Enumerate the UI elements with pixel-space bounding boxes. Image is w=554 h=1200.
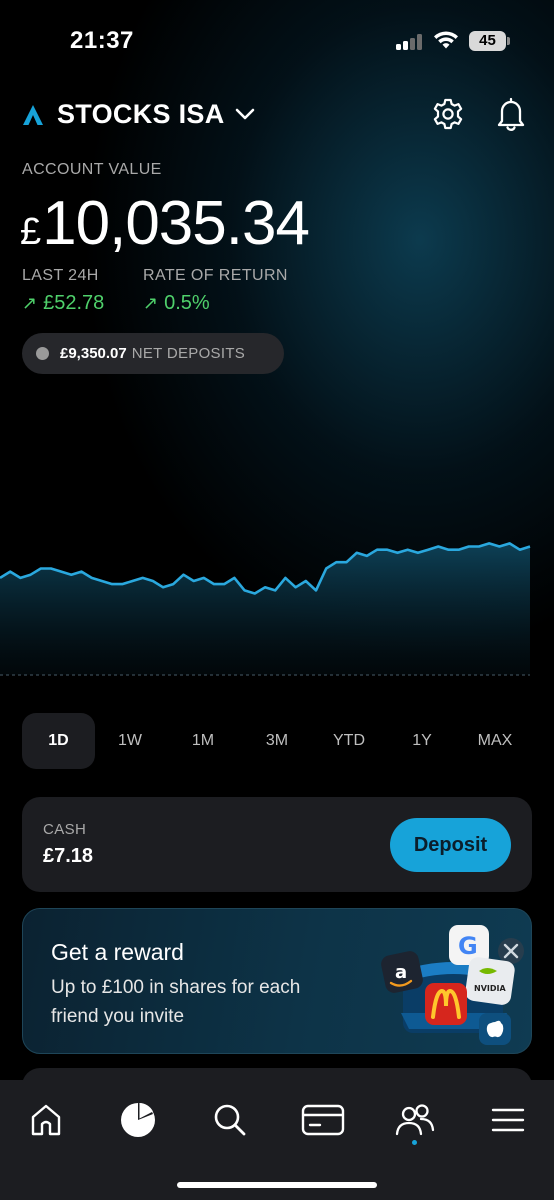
- apple-icon: [479, 1013, 511, 1045]
- tab-portfolio[interactable]: [108, 1097, 168, 1143]
- tab-search[interactable]: [200, 1097, 260, 1143]
- reward-card[interactable]: Get a reward Up to £100 in shares for ea…: [22, 908, 532, 1054]
- battery-level: 45: [469, 31, 506, 51]
- net-deposits-label: NET DEPOSITS: [131, 345, 246, 362]
- account-value: £10,035.34: [20, 188, 310, 268]
- svg-text:G: G: [458, 932, 478, 960]
- account-value-amount: 10,035.34: [42, 189, 310, 258]
- chart-area-fill: [0, 543, 530, 675]
- last-24h-label: LAST 24H: [22, 267, 99, 284]
- cash-label: CASH: [43, 821, 87, 838]
- tab-3m[interactable]: 3M: [247, 713, 307, 769]
- tab-menu[interactable]: [478, 1097, 538, 1143]
- rate-of-return-change: ↗ 0.5%: [143, 292, 210, 315]
- tab-1m[interactable]: 1M: [173, 713, 233, 769]
- account-value-label: ACCOUNT VALUE: [22, 161, 162, 178]
- svg-text:a: a: [395, 962, 407, 983]
- amazon-icon: a: [381, 951, 423, 993]
- value-chart[interactable]: [0, 440, 554, 690]
- bell-icon[interactable]: [495, 96, 527, 132]
- rate-of-return-value: 0.5%: [164, 292, 210, 314]
- wifi-icon: [434, 31, 458, 49]
- home-icon: [31, 1104, 61, 1136]
- status-time: 21:37: [70, 27, 134, 54]
- rate-of-return-label: RATE OF RETURN: [143, 267, 288, 284]
- currency-symbol: £: [20, 211, 41, 253]
- tab-1y[interactable]: 1Y: [392, 713, 452, 769]
- cellular-signal-icon: [396, 34, 426, 50]
- tab-ytd[interactable]: YTD: [319, 713, 379, 769]
- logo-icon: [23, 105, 43, 125]
- last-24h-change: ↗ £52.78: [22, 292, 104, 315]
- card-icon: [301, 1104, 345, 1136]
- battery-icon: 45: [469, 31, 511, 51]
- tab-1w[interactable]: 1W: [100, 713, 160, 769]
- chevron-down-icon[interactable]: [234, 106, 256, 122]
- home-indicator: [177, 1182, 377, 1188]
- up-arrow-icon: ↗: [22, 293, 38, 313]
- net-deposits-pill[interactable]: £9,350.07 NET DEPOSITS: [22, 333, 284, 374]
- tab-home[interactable]: [16, 1097, 76, 1143]
- notification-dot: [412, 1140, 417, 1145]
- deposit-button[interactable]: Deposit: [390, 818, 511, 872]
- search-icon: [214, 1104, 246, 1136]
- friends-icon: [395, 1104, 435, 1136]
- account-selector[interactable]: STOCKS ISA: [57, 99, 225, 130]
- tab-card[interactable]: [293, 1097, 353, 1143]
- up-arrow-icon: ↗: [143, 293, 159, 313]
- tab-friends[interactable]: [385, 1097, 445, 1143]
- mcdonalds-icon: [425, 983, 467, 1025]
- reward-title: Get a reward: [51, 939, 184, 965]
- range-tabs: 1D 1W 1M 3M YTD 1Y MAX: [22, 713, 532, 769]
- cash-value: £7.18: [43, 845, 94, 867]
- reward-description: Up to £100 in shares for each friend you…: [51, 977, 301, 1027]
- net-deposits-amount: £9,350.07: [60, 345, 127, 362]
- close-icon: [498, 938, 524, 964]
- portfolio-pie-icon: [121, 1103, 155, 1137]
- last-24h-value: £52.78: [43, 292, 105, 314]
- nvidia-icon: NVIDIA: [465, 957, 515, 1005]
- tab-max[interactable]: MAX: [465, 713, 525, 769]
- cash-card: CASH £7.18 Deposit: [22, 797, 532, 892]
- menu-icon: [491, 1108, 525, 1132]
- svg-text:NVIDIA: NVIDIA: [474, 984, 506, 993]
- reward-illustration: a G NVIDIA: [381, 925, 524, 1045]
- gear-icon[interactable]: [431, 97, 465, 131]
- status-bar: 21:37 45: [0, 0, 554, 80]
- dot-icon: [36, 347, 49, 360]
- tab-1d[interactable]: 1D: [22, 713, 95, 769]
